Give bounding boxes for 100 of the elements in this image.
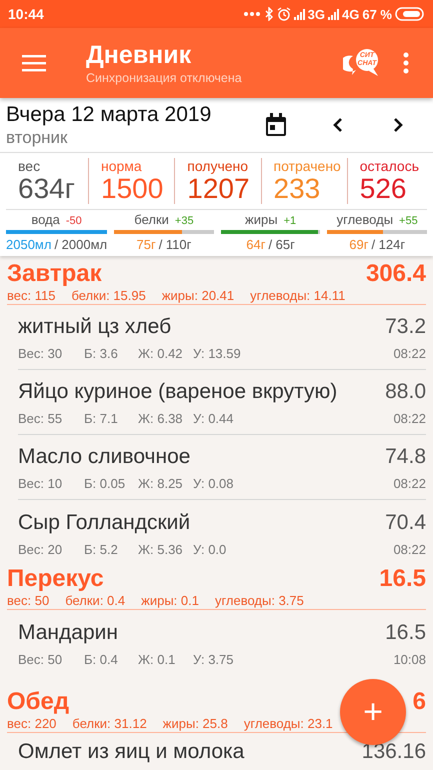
nutrient-current: 75г bbox=[136, 237, 156, 253]
meal-stat: углеводы: 23.1 bbox=[244, 716, 333, 732]
food-calories: 74.8 bbox=[385, 445, 426, 469]
summary-label: получено bbox=[187, 158, 250, 174]
nutrient-target: / 2000мл bbox=[54, 237, 108, 253]
food-macro: Вес: 10 bbox=[18, 475, 64, 493]
food-macro: У: 0.44 bbox=[193, 410, 234, 428]
food-calories: 88.0 bbox=[385, 380, 426, 404]
summary-label: норма bbox=[101, 158, 143, 174]
chat-bubble-icon bbox=[343, 48, 381, 78]
food-time: 08:22 bbox=[393, 475, 426, 493]
food-macro: У: 0.08 bbox=[193, 475, 234, 493]
nutrient-delta: +35 bbox=[174, 214, 194, 229]
food-item[interactable]: Мандарин 16.5 Вес: 50 Б: 0.4 Ж: 0.1 У: 3.75 10:08 bbox=[18, 610, 426, 675]
meal-stat: жиры: 25.8 bbox=[162, 716, 228, 732]
food-macro: Ж: 0.1 bbox=[138, 650, 176, 668]
food-macro: Ж: 0.42 bbox=[138, 345, 184, 363]
food-item[interactable]: Сыр Голландский 70.4 Вес: 20 Б: 5.2 Ж: 5.36 У: 0.0 08:22 bbox=[18, 500, 426, 565]
nutrient-label: белки bbox=[134, 212, 169, 228]
food-name: Сыр Голландский bbox=[18, 510, 190, 536]
summary-label: потрачено bbox=[274, 158, 342, 174]
summary-value: 1500 bbox=[101, 174, 164, 204]
summary-value: 526 bbox=[360, 174, 408, 204]
meal-stat: вес: 50 bbox=[7, 593, 50, 609]
summary-label: вес bbox=[18, 158, 42, 174]
summary-value: 634г bbox=[18, 174, 76, 204]
food-item[interactable]: житный цз хлеб 73.2 Вес: 30 Б: 3.6 Ж: 0.42 У: 13.59 08:22 bbox=[18, 305, 426, 370]
network-type: 3G bbox=[308, 6, 326, 22]
sync-status: Синхронизация отключена bbox=[86, 70, 243, 86]
meal-stat: вес: 220 bbox=[7, 716, 56, 732]
bluetooth-icon bbox=[264, 7, 274, 21]
food-macro: Вес: 50 bbox=[18, 650, 64, 668]
summary-value: 1207 bbox=[187, 174, 251, 204]
food-time: 08:22 bbox=[393, 410, 426, 428]
date-title: Вчера 12 марта 2019 bbox=[6, 102, 212, 128]
nutrient-delta: +55 bbox=[399, 214, 418, 229]
app-title: Дневник bbox=[86, 40, 192, 70]
meal-calories: 306.4 bbox=[366, 260, 426, 288]
food-item[interactable]: Масло сливочное 74.8 Вес: 10 Б: 0.05 Ж: 8.25 У: 0.08 08:22 bbox=[18, 435, 426, 500]
food-name: житный цз хлеб bbox=[18, 314, 172, 340]
meal-calories: 16.5 bbox=[379, 565, 426, 593]
meal-title: Завтрак bbox=[7, 260, 102, 287]
summary-label: осталось bbox=[360, 158, 420, 174]
nutrient-current: 2050мл bbox=[6, 237, 52, 253]
food-calories: 73.2 bbox=[385, 315, 426, 339]
signal-icon bbox=[328, 8, 340, 20]
food-macro: Б: 0.4 bbox=[84, 650, 119, 668]
food-macro: Вес: 30 bbox=[18, 345, 64, 363]
meal-stat: белки: 15.95 bbox=[71, 288, 146, 304]
chevron-right-icon[interactable] bbox=[393, 117, 403, 133]
nutrient-current: 69г bbox=[349, 237, 368, 253]
meal-title: Перекус bbox=[7, 565, 104, 592]
menu-icon[interactable] bbox=[22, 54, 46, 72]
meal-stat: углеводы: 14.11 bbox=[250, 288, 346, 304]
food-time: 08:22 bbox=[393, 540, 426, 558]
nutrient-label: вода bbox=[31, 212, 60, 228]
food-macro: Вес: 55 bbox=[18, 410, 64, 428]
battery-icon bbox=[395, 7, 425, 21]
network-type: 4G bbox=[342, 6, 360, 22]
nutrient-target: / 65г bbox=[268, 237, 295, 253]
food-time: 08:22 bbox=[393, 345, 426, 363]
food-macro: Ж: 5.36 bbox=[138, 540, 184, 558]
food-macro: Ж: 6.38 bbox=[138, 410, 184, 428]
nutrient-label: углеводы bbox=[336, 212, 394, 228]
meal-stat: вес: 115 bbox=[7, 288, 56, 304]
meal-stat: белки: 0.4 bbox=[65, 593, 126, 609]
food-time: 10:08 bbox=[393, 650, 426, 668]
food-macro: Б: 3.6 bbox=[84, 345, 119, 363]
clock: 10:44 bbox=[8, 6, 44, 22]
more-vert-icon[interactable] bbox=[403, 52, 409, 74]
food-macro: Б: 7.1 bbox=[84, 410, 119, 428]
food-macro: У: 13.59 bbox=[193, 345, 241, 363]
battery-percent: 67 % bbox=[362, 6, 392, 22]
meal-stat: жиры: 20.41 bbox=[162, 288, 234, 304]
meal-calories: 6 bbox=[412, 688, 426, 716]
food-macro: Б: 5.2 bbox=[84, 540, 119, 558]
food-calories: 70.4 bbox=[385, 510, 426, 534]
meal-stat: жиры: 0.1 bbox=[141, 593, 199, 609]
nutrient-target: / 124г bbox=[371, 237, 406, 253]
nutrient-delta: +1 bbox=[284, 214, 296, 229]
food-item[interactable]: Яйцо куриное (вареное вкрутую) 88.0 Вес: 55 Б: 7.1 Ж: 6.38 У: 0.44 08:22 bbox=[18, 370, 426, 435]
nutrient-delta: -50 bbox=[66, 214, 82, 229]
nutrient-current: 64г bbox=[246, 237, 266, 253]
summary-value: 233 bbox=[274, 174, 320, 204]
signal-icon bbox=[294, 8, 305, 20]
food-name: Масло сливочное bbox=[18, 444, 190, 470]
more-icon bbox=[242, 11, 261, 17]
nutrient-label: жиры bbox=[245, 212, 278, 228]
alarm-icon bbox=[276, 7, 291, 21]
food-calories: 16.5 bbox=[385, 620, 426, 644]
food-macro: Б: 0.05 bbox=[84, 475, 126, 493]
nutrient-target: / 110г bbox=[158, 237, 192, 253]
food-name: Мандарин bbox=[18, 620, 118, 646]
food-name: Яйцо куриное (вареное вкрутую) bbox=[18, 379, 338, 405]
food-macro: Ж: 8.25 bbox=[138, 475, 184, 493]
food-macro: Вес: 20 bbox=[18, 540, 64, 558]
chevron-left-icon[interactable] bbox=[333, 117, 343, 133]
food-macro: У: 0.0 bbox=[193, 540, 226, 558]
meal-stat: белки: 31.12 bbox=[72, 716, 147, 732]
calendar-icon[interactable] bbox=[265, 113, 287, 137]
